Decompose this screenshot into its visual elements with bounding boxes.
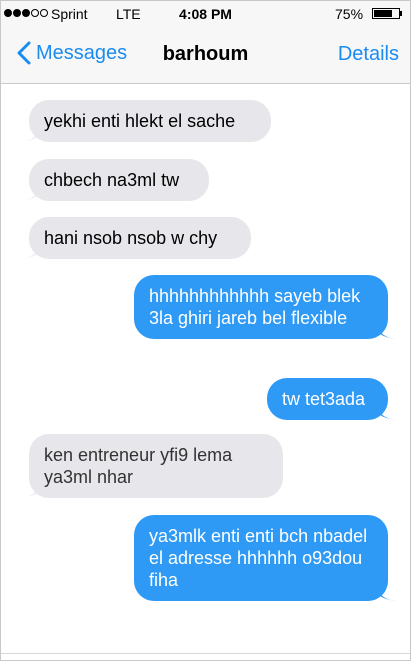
message-bubble-incoming[interactable]: hani nsob nsob w chy	[22, 217, 251, 259]
message-text: tw tet3ada	[282, 389, 366, 409]
message-text: yekhi enti hlekt el sache	[44, 111, 236, 131]
message-bubble-outgoing[interactable]: tw tet3ada	[267, 378, 395, 420]
message-bubble-incoming[interactable]: yekhi enti hlekt el sache	[22, 100, 271, 142]
message-text: hani nsob nsob w chy	[44, 228, 218, 248]
status-bar: Sprint LTE 4:08 PM 75%	[1, 1, 410, 29]
message-bubble-outgoing[interactable]: hhhhhhhhhhhh sayeb blek 3la ghiri jareb …	[134, 275, 395, 339]
message-bubble-incoming[interactable]: chbech na3ml tw	[22, 159, 209, 201]
message-bubble-incoming[interactable]: ken entreneur yfi9 lema ya3ml nhar	[22, 434, 283, 498]
chevron-left-icon	[17, 41, 31, 65]
message-text: hhhhhhhhhhhh sayeb blek 3la ghiri jareb …	[149, 286, 361, 328]
details-button[interactable]: Details	[338, 43, 399, 66]
bubble-tail	[22, 183, 42, 201]
bubble-tail	[375, 321, 395, 339]
message-text: chbech na3ml tw	[44, 170, 180, 190]
bubble-tail	[375, 402, 395, 420]
message-bubble-outgoing[interactable]: ya3mlk enti enti bch nbadel el adresse h…	[134, 515, 395, 601]
message-text: ken entreneur yfi9 lema ya3ml nhar	[44, 445, 233, 487]
battery-percent: 75%	[335, 6, 364, 22]
battery-level	[374, 10, 392, 17]
message-text: ya3mlk enti enti bch nbadel el adresse h…	[149, 526, 368, 590]
bubble-tail	[22, 124, 42, 142]
battery-icon	[372, 8, 400, 19]
navigation-bar: Messages barhoum Details	[1, 29, 410, 84]
battery-tip	[400, 11, 402, 16]
back-button-label: Messages	[36, 41, 128, 64]
bubble-tail	[375, 583, 395, 601]
bubble-tail	[22, 480, 42, 498]
bubble-tail	[22, 241, 42, 259]
phone-screen: Sprint LTE 4:08 PM 75% Messages barhoum …	[0, 0, 411, 661]
back-button[interactable]: Messages	[17, 41, 127, 65]
divider	[1, 653, 410, 654]
